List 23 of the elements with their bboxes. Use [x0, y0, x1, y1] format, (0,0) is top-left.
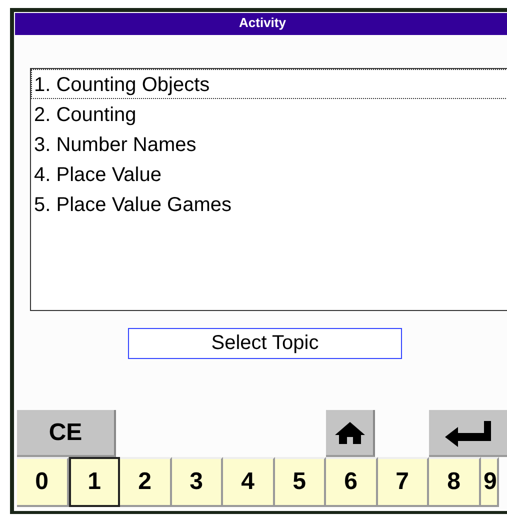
home-icon — [334, 420, 366, 444]
digit-key[interactable]: 3 — [172, 457, 223, 507]
digit-key[interactable]: 5 — [274, 457, 326, 507]
topic-item[interactable]: 1. Counting Objects — [31, 69, 507, 99]
topic-item[interactable]: 4. Place Value — [31, 159, 507, 189]
digit-key[interactable]: 1 — [68, 457, 120, 507]
prompt-label: Select Topic — [128, 328, 402, 359]
topic-item[interactable]: 2. Counting — [31, 99, 507, 129]
topic-item[interactable]: 3. Number Names — [31, 129, 507, 159]
clear-button[interactable]: CE — [17, 410, 116, 457]
topic-list[interactable]: 1. Counting Objects 2. Counting 3. Number Names 4. Place Value 5. Place Value Games — [30, 68, 507, 311]
digit-key[interactable]: 7 — [378, 457, 429, 507]
home-button[interactable] — [326, 410, 375, 457]
window-title: Activity — [15, 13, 507, 35]
digit-key[interactable]: 9 — [480, 457, 498, 507]
digit-key[interactable]: 4 — [223, 457, 274, 507]
topic-item[interactable]: 5. Place Value Games — [31, 189, 507, 219]
enter-icon — [444, 418, 492, 446]
digit-key[interactable]: 8 — [429, 457, 480, 507]
digit-key[interactable]: 2 — [120, 457, 172, 507]
digit-key[interactable]: 6 — [326, 457, 378, 507]
digit-key[interactable]: 0 — [17, 457, 68, 507]
enter-button[interactable] — [429, 410, 507, 457]
